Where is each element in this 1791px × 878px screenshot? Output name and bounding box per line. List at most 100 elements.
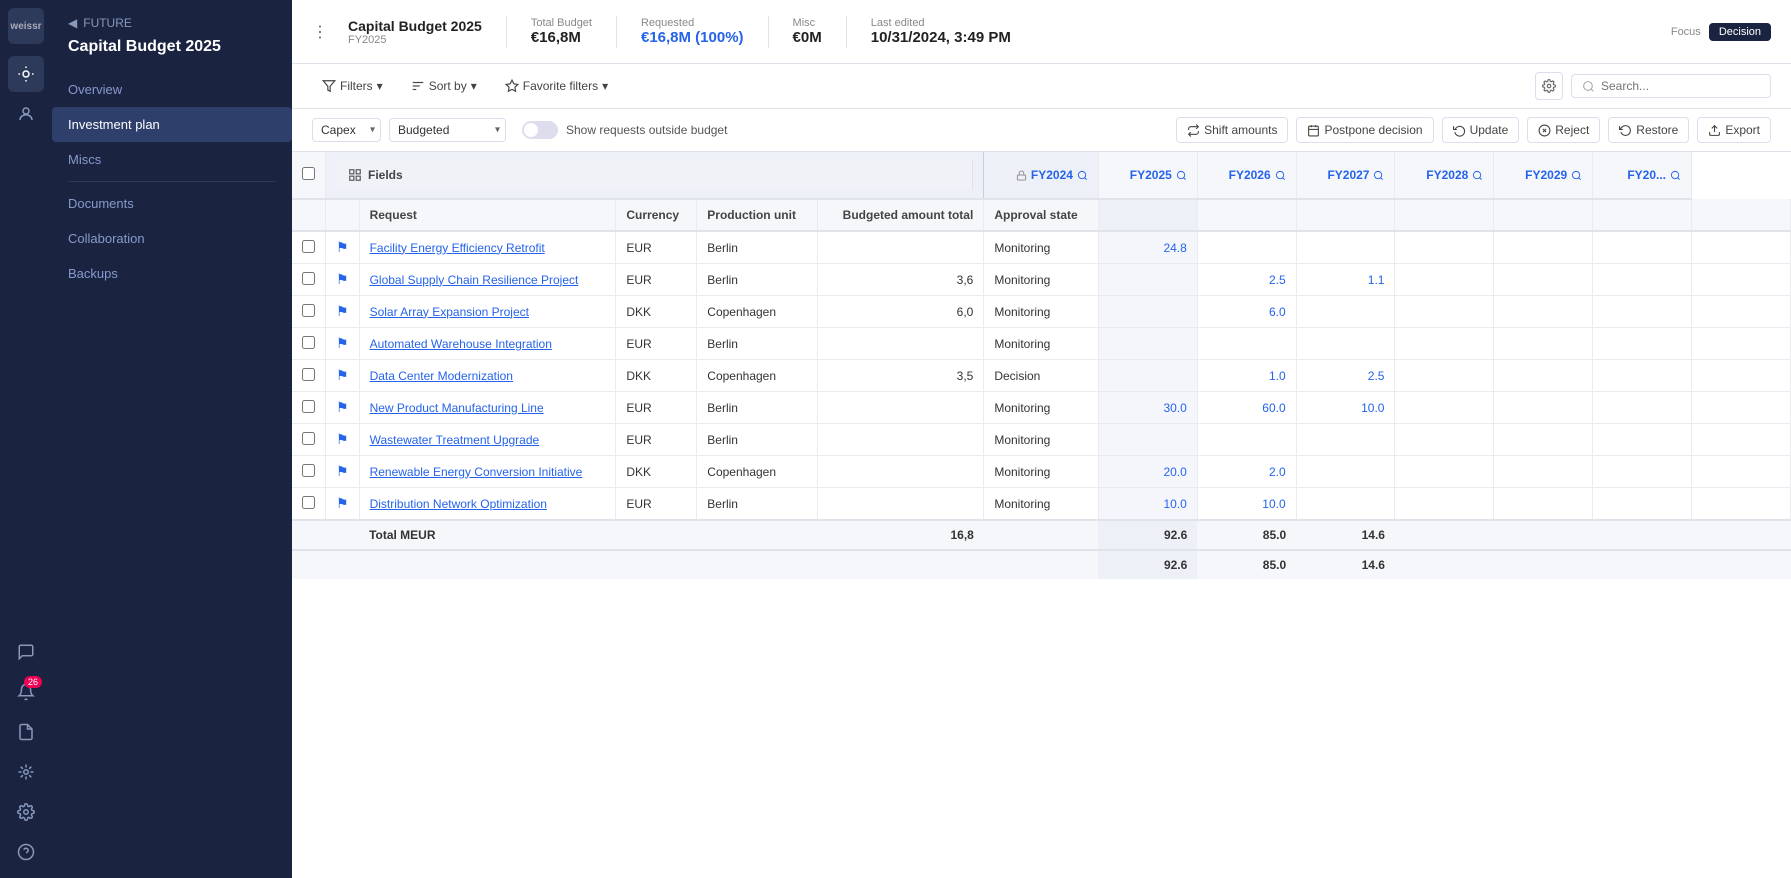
update-label: Update	[1470, 123, 1509, 137]
request-link[interactable]: Data Center Modernization	[370, 369, 513, 383]
row-request: Distribution Network Optimization	[359, 488, 616, 521]
restore-button[interactable]: Restore	[1608, 117, 1689, 143]
focus-block: Focus Decision	[1671, 23, 1771, 41]
row-fy2027	[1395, 392, 1494, 424]
row-fy2030	[1692, 456, 1791, 488]
postpone-decision-button[interactable]: Postpone decision	[1296, 117, 1433, 143]
filters-button[interactable]: Filters ▾	[312, 74, 393, 98]
search-input[interactable]	[1601, 79, 1751, 93]
row-fy2024	[1098, 424, 1197, 456]
nav-item-investment-plan[interactable]: Investment plan	[52, 107, 292, 142]
zoom-icon-fy2027[interactable]	[1373, 170, 1384, 181]
total-fy2026: 14.6	[1296, 520, 1395, 550]
row-checkbox[interactable]	[302, 272, 315, 285]
back-link[interactable]: ◀ FUTURE	[52, 0, 292, 38]
row-checkbox[interactable]	[302, 368, 315, 381]
total2-flag-cell	[326, 550, 360, 579]
sort-by-button[interactable]: Sort by ▾	[401, 74, 487, 98]
row-flag-cell: ⚑	[326, 424, 360, 456]
row-fy2028	[1494, 296, 1593, 328]
request-link[interactable]: Global Supply Chain Resilience Project	[370, 273, 579, 287]
nav-item-miscs[interactable]: Miscs	[52, 142, 292, 177]
table-scroll[interactable]: Fields FY2024 FY2025	[292, 152, 1791, 878]
request-link[interactable]: Renewable Energy Conversion Initiative	[370, 465, 583, 479]
col-fy2029: FY2029	[1494, 152, 1593, 199]
budget-filter[interactable]: Budgeted All Outside Budget	[389, 118, 506, 142]
total-budgeted: 16,8	[817, 520, 984, 550]
zoom-icon-fy2029[interactable]	[1571, 170, 1582, 181]
row-budgeted-amount: 3,6	[817, 264, 984, 296]
zoom-icon-fy2028[interactable]	[1472, 170, 1483, 181]
sidebar-icon-chat[interactable]	[8, 634, 44, 670]
total-pu	[697, 520, 817, 550]
row-fy2029	[1593, 231, 1692, 264]
row-fy2029	[1593, 424, 1692, 456]
nav-item-documents[interactable]: Documents	[52, 186, 292, 221]
sidebar-icon-help[interactable]	[8, 834, 44, 870]
row-checkbox[interactable]	[302, 240, 315, 253]
request-link[interactable]: Solar Array Expansion Project	[370, 305, 529, 319]
stat-total-budget: Total Budget €16,8M	[531, 17, 592, 46]
nav-item-collaboration[interactable]: Collaboration	[52, 221, 292, 256]
sidebar-icon-workflow[interactable]	[8, 754, 44, 790]
col-fy2027-label: FY2027	[1327, 168, 1369, 182]
sidebar-icon-bell[interactable]: 26	[8, 674, 44, 710]
zoom-icon-fy2024[interactable]	[1077, 170, 1088, 181]
row-checkbox-cell	[292, 456, 326, 488]
request-link[interactable]: Distribution Network Optimization	[370, 497, 547, 511]
nav-item-backups[interactable]: Backups	[52, 256, 292, 291]
request-link[interactable]: Automated Warehouse Integration	[370, 337, 552, 351]
stat-misc-value: €0M	[793, 29, 822, 46]
favorite-filters-button[interactable]: Favorite filters ▾	[495, 74, 618, 98]
row-fy2026	[1296, 424, 1395, 456]
row-checkbox[interactable]	[302, 432, 315, 445]
request-link[interactable]: Wastewater Treatment Upgrade	[370, 433, 540, 447]
row-checkbox[interactable]	[302, 400, 315, 413]
zoom-icon-fy2030[interactable]	[1670, 170, 1681, 181]
row-checkbox[interactable]	[302, 464, 315, 477]
col-fy2025-sub	[1197, 199, 1296, 231]
row-currency: DKK	[616, 360, 697, 392]
app-logo: weissr	[8, 8, 44, 44]
outside-budget-toggle[interactable]	[522, 121, 558, 139]
settings-button[interactable]	[1535, 72, 1563, 100]
back-icon: ◀	[68, 16, 77, 30]
flag-icon: ⚑	[336, 367, 349, 383]
sidebar-icon-home[interactable]	[8, 56, 44, 92]
page-title: Capital Budget 2025	[52, 38, 292, 72]
row-checkbox[interactable]	[302, 304, 315, 317]
col-fy2028-sub	[1494, 199, 1593, 231]
row-production-unit: Berlin	[697, 231, 817, 264]
row-checkbox-cell	[292, 328, 326, 360]
row-checkbox[interactable]	[302, 496, 315, 509]
update-button[interactable]: Update	[1442, 117, 1520, 143]
total-checkbox-cell	[292, 520, 326, 550]
nav-item-overview[interactable]: Overview	[52, 72, 292, 107]
sidebar-icon-person[interactable]	[8, 96, 44, 132]
total-fy2029	[1593, 520, 1692, 550]
total2-fy2030	[1692, 550, 1791, 579]
row-fy2027	[1395, 231, 1494, 264]
zoom-icon-fy2025[interactable]	[1176, 170, 1187, 181]
row-fy2025	[1197, 424, 1296, 456]
row-fy2027	[1395, 328, 1494, 360]
type-filter[interactable]: Capex Opex All	[312, 118, 381, 142]
shift-amounts-button[interactable]: Shift amounts	[1176, 117, 1288, 143]
export-button[interactable]: Export	[1697, 117, 1771, 143]
row-fy2030	[1692, 360, 1791, 392]
total2-pu	[697, 550, 817, 579]
request-link[interactable]: New Product Manufacturing Line	[370, 401, 544, 415]
row-checkbox[interactable]	[302, 336, 315, 349]
row-fy2028	[1494, 328, 1593, 360]
reject-button[interactable]: Reject	[1527, 117, 1600, 143]
menu-dots[interactable]: ⋮	[312, 22, 328, 42]
favorite-filters-label: Favorite filters	[523, 79, 598, 93]
type-filter-wrapper: Capex Opex All ▾	[312, 118, 381, 142]
sidebar-icon-doc[interactable]	[8, 714, 44, 750]
select-all-checkbox[interactable]	[302, 167, 315, 180]
col-fy2026-sub	[1296, 199, 1395, 231]
zoom-icon-fy2026[interactable]	[1275, 170, 1286, 181]
row-flag-cell: ⚑	[326, 456, 360, 488]
sidebar-icon-gear[interactable]	[8, 794, 44, 830]
request-link[interactable]: Facility Energy Efficiency Retrofit	[370, 241, 545, 255]
